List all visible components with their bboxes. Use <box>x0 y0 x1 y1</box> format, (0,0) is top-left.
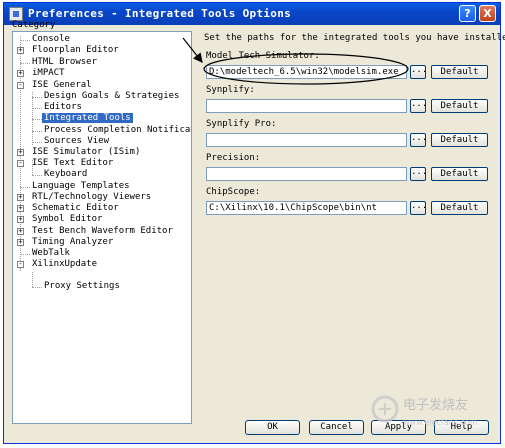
annotation-overlay <box>182 37 409 85</box>
watermark-url: www.elecfans.com <box>403 418 478 427</box>
watermark-logo: 电子发烧友 www.elecfans.com <box>367 391 497 440</box>
watermark-text: 电子发烧友 <box>403 397 468 413</box>
annotation-arrow <box>182 37 203 63</box>
ok-button[interactable]: OK <box>245 420 300 435</box>
watermark-mark: 电子发烧友 www.elecfans.com <box>371 395 478 427</box>
annotation-ellipse <box>203 53 409 85</box>
cancel-button[interactable]: Cancel <box>309 420 364 435</box>
